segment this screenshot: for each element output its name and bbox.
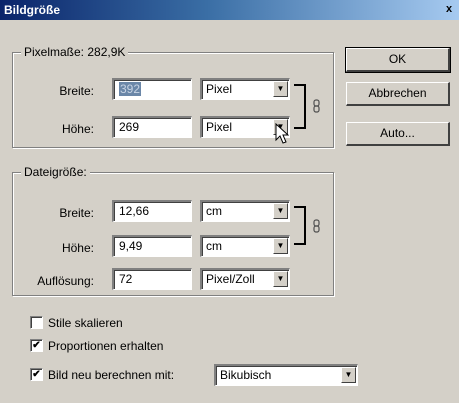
title-bar: Bildgröße x <box>0 0 459 20</box>
pixel-height-input[interactable]: 269 <box>112 116 192 138</box>
doc-height-label: Höhe: <box>61 241 94 255</box>
pixel-width-unit-select[interactable]: Pixel ▼ <box>200 78 290 100</box>
chain-link-icon <box>313 219 320 233</box>
doc-width-unit-select[interactable]: cm ▼ <box>200 200 290 222</box>
resample-label: Bild neu berechnen mit: <box>48 368 175 382</box>
pixel-link-bracket <box>294 84 306 129</box>
doc-width-value: 12,66 <box>119 204 150 218</box>
doc-width-unit-value: cm <box>206 204 222 218</box>
resample-method-value: Bikubisch <box>220 368 272 382</box>
pixel-height-value: 269 <box>119 120 140 134</box>
cancel-button[interactable]: Abbrechen <box>346 82 450 106</box>
resolution-input[interactable]: 72 <box>112 268 192 290</box>
resample-method-select[interactable]: Bikubisch ▼ <box>214 364 358 386</box>
doc-height-input[interactable]: 9,49 <box>112 235 192 257</box>
scale-styles-checkbox[interactable] <box>30 316 43 329</box>
document-size-legend: Dateigröße: <box>21 165 90 179</box>
pixel-width-label: Breite: <box>59 84 94 98</box>
chain-link-icon <box>313 99 320 113</box>
resample-checkbox[interactable]: ✔ <box>30 368 43 381</box>
pixel-width-value: 392 <box>119 82 142 96</box>
chevron-down-icon[interactable]: ▼ <box>273 271 288 287</box>
close-button[interactable]: x <box>442 2 456 16</box>
ok-button[interactable]: OK <box>345 47 451 73</box>
resolution-value: 72 <box>119 272 133 286</box>
resolution-unit-value: Pixel/Zoll <box>206 272 255 286</box>
window-title: Bildgröße <box>4 3 60 17</box>
pixel-height-label: Höhe: <box>61 122 94 136</box>
pixel-width-input[interactable]: 392 <box>112 78 192 100</box>
doc-width-input[interactable]: 12,66 <box>112 200 192 222</box>
scale-styles-option[interactable]: Stile skalieren <box>30 314 180 332</box>
image-size-dialog: Bildgröße x Pixelmaße: 282,9K Breite: 39… <box>0 0 459 403</box>
constrain-proportions-checkbox[interactable]: ✔ <box>30 339 43 352</box>
pixel-dimensions-legend: Pixelmaße: 282,9K <box>21 45 129 59</box>
pixel-width-unit-value: Pixel <box>206 82 233 96</box>
chevron-down-icon[interactable]: ▼ <box>341 367 356 383</box>
scale-styles-label: Stile skalieren <box>48 316 123 330</box>
chevron-down-icon[interactable]: ▼ <box>273 81 288 97</box>
resolution-unit-select[interactable]: Pixel/Zoll ▼ <box>200 268 290 290</box>
doc-width-label: Breite: <box>59 206 94 220</box>
doc-height-value: 9,49 <box>119 239 143 253</box>
doc-link-bracket <box>294 206 306 245</box>
constrain-proportions-label: Proportionen erhalten <box>48 339 164 353</box>
constrain-proportions-option[interactable]: ✔ Proportionen erhalten <box>30 337 210 355</box>
resolution-label: Auflösung: <box>37 274 94 288</box>
doc-height-unit-select[interactable]: cm ▼ <box>200 235 290 257</box>
resample-option[interactable]: ✔ Bild neu berechnen mit: <box>30 366 210 384</box>
chevron-down-icon[interactable]: ▼ <box>273 203 288 219</box>
auto-button[interactable]: Auto... <box>346 122 450 146</box>
pixel-height-unit-value: Pixel <box>206 120 233 134</box>
doc-height-unit-value: cm <box>206 239 222 253</box>
mouse-pointer-icon <box>275 123 289 144</box>
chevron-down-icon[interactable]: ▼ <box>273 238 288 254</box>
